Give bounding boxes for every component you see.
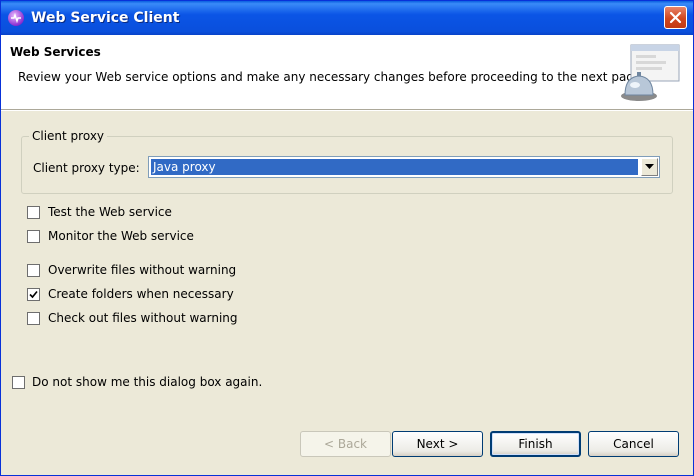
cancel-button[interactable]: Cancel bbox=[588, 431, 679, 457]
checkbox-label: Test the Web service bbox=[48, 205, 172, 219]
finish-button[interactable]: Finish bbox=[490, 431, 581, 457]
dialog-window: Web Service Client Web Services Review y… bbox=[0, 0, 694, 476]
web-service-wizard-icon bbox=[8, 10, 24, 26]
chevron-down-icon bbox=[645, 164, 654, 169]
overwrite-files-checkbox[interactable]: Overwrite files without warning bbox=[27, 261, 236, 279]
page-title: Web Services bbox=[10, 45, 101, 59]
client-proxy-group-label: Client proxy bbox=[29, 129, 108, 143]
wizard-banner-illustration bbox=[621, 44, 680, 101]
checkbox-box[interactable] bbox=[27, 205, 40, 219]
checkbox-box[interactable] bbox=[27, 311, 40, 325]
window-title: Web Service Client bbox=[31, 10, 180, 26]
checkbox-label: Do not show me this dialog box again. bbox=[32, 375, 263, 389]
checkbox-label: Monitor the Web service bbox=[48, 229, 194, 243]
banner-separator bbox=[1, 110, 693, 111]
checkbox-box[interactable] bbox=[27, 263, 40, 277]
checkbox-label: Check out files without warning bbox=[48, 311, 238, 325]
close-icon bbox=[669, 11, 682, 24]
do-not-show-again-checkbox[interactable]: Do not show me this dialog box again. bbox=[12, 373, 262, 391]
checkbox-box[interactable] bbox=[27, 287, 40, 301]
test-service-checkbox[interactable]: Test the Web service bbox=[27, 203, 172, 221]
close-button[interactable] bbox=[664, 6, 687, 29]
checkbox-box[interactable] bbox=[27, 229, 40, 243]
wizard-banner: Web Services Review your Web service opt… bbox=[1, 35, 693, 110]
dropdown-arrow-button[interactable] bbox=[641, 158, 658, 176]
create-folders-checkbox[interactable]: Create folders when necessary bbox=[27, 285, 234, 303]
checkmark-icon bbox=[29, 290, 38, 298]
checkbox-label: Overwrite files without warning bbox=[48, 263, 237, 277]
back-button[interactable]: < Back bbox=[300, 431, 391, 457]
page-description: Review your Web service options and make… bbox=[18, 70, 646, 84]
check-out-files-checkbox[interactable]: Check out files without warning bbox=[27, 309, 238, 327]
client-proxy-type-label: Client proxy type: bbox=[33, 161, 140, 175]
client-proxy-type-dropdown[interactable]: Java proxy bbox=[148, 156, 660, 178]
title-bar[interactable]: Web Service Client bbox=[1, 1, 693, 35]
checkbox-box[interactable] bbox=[12, 375, 25, 389]
monitor-service-checkbox[interactable]: Monitor the Web service bbox=[27, 227, 194, 245]
next-button[interactable]: Next > bbox=[392, 431, 483, 457]
client-proxy-type-value: Java proxy bbox=[151, 159, 638, 175]
checkbox-label: Create folders when necessary bbox=[48, 287, 234, 301]
